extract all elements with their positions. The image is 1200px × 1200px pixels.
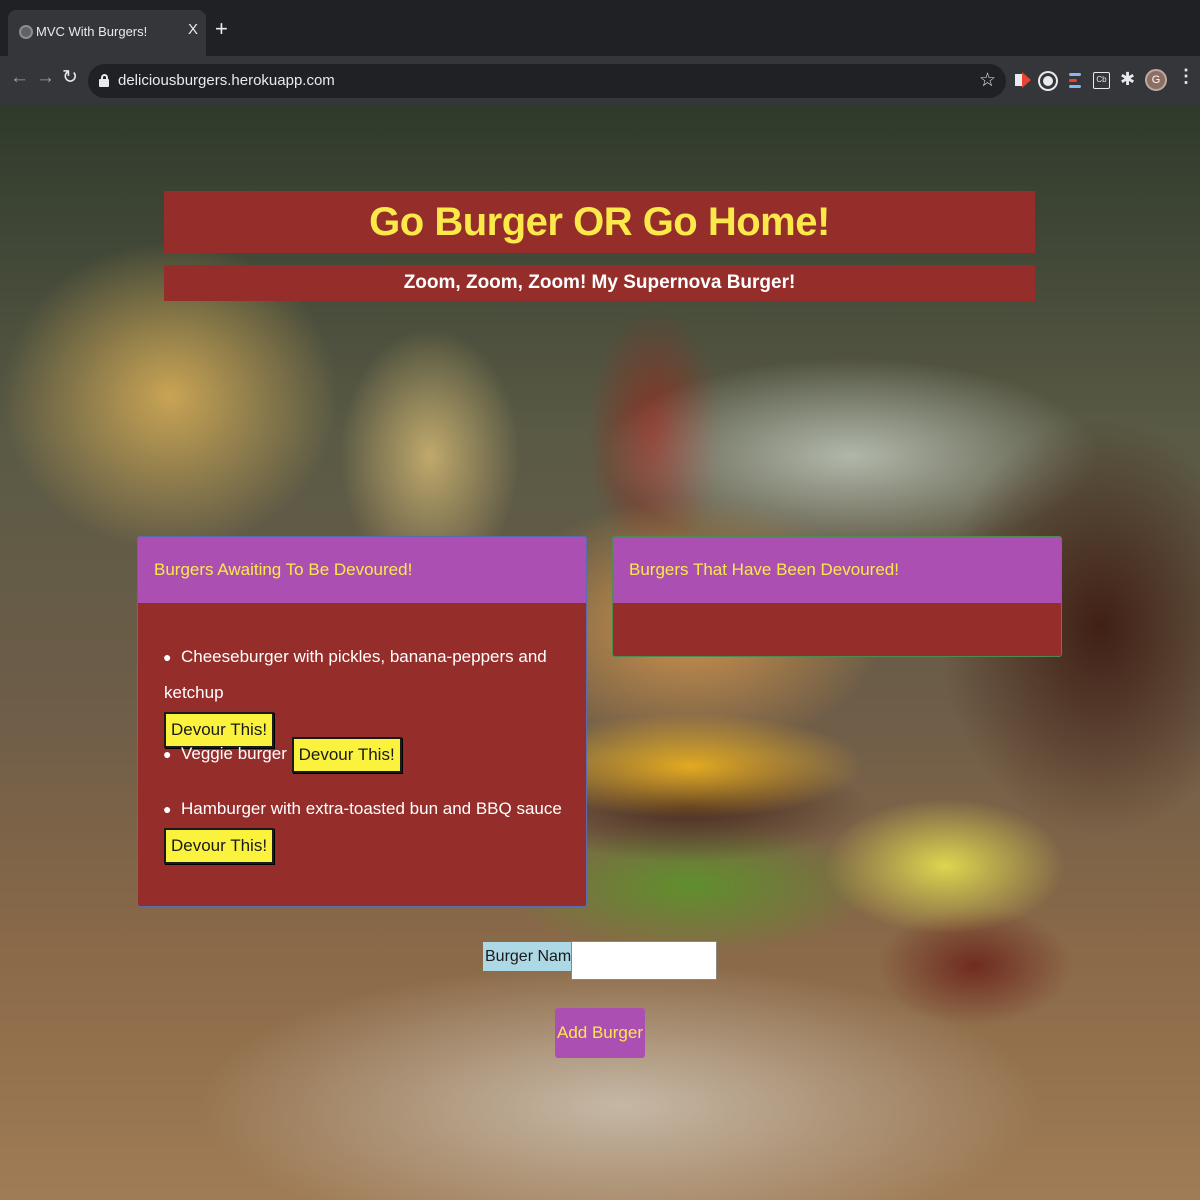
extension-circle-icon[interactable] xyxy=(1040,73,1056,89)
reload-icon[interactable]: ↻ xyxy=(62,68,78,87)
burger-name-input[interactable] xyxy=(571,941,717,980)
address-bar[interactable]: deliciousburgers.herokuapp.com ☆ xyxy=(88,64,1006,98)
burger-name: Hamburger with extra-toasted bun and BBQ… xyxy=(181,799,562,818)
list-item: ● Veggie burger Devour This! xyxy=(163,736,564,773)
bullet-icon: ● xyxy=(163,801,172,817)
add-burger-button[interactable]: Add Burger xyxy=(555,1008,645,1058)
devour-button[interactable]: Devour This! xyxy=(291,736,402,773)
globe-icon xyxy=(19,25,33,39)
extension-record-icon[interactable] xyxy=(1012,69,1031,93)
star-icon[interactable]: ☆ xyxy=(979,69,996,92)
bullet-icon: ● xyxy=(163,649,172,665)
awaiting-card-heading: Burgers Awaiting To Be Devoured! xyxy=(138,537,586,603)
url-text[interactable]: deliciousburgers.herokuapp.com xyxy=(118,72,335,89)
list-item: ● Hamburger with extra-toasted bun and B… xyxy=(163,791,564,864)
puzzle-icon[interactable]: ✱ xyxy=(1120,69,1135,93)
extension-cb-icon[interactable]: Cb xyxy=(1093,72,1110,89)
list-item: ● Cheeseburger with pickles, banana-pepp… xyxy=(163,639,564,748)
page-viewport: Go Burger OR Go Home! Zoom, Zoom, Zoom! … xyxy=(0,106,1200,1200)
menu-icon[interactable]: ⋮ xyxy=(1177,67,1195,85)
page-subtitle: Zoom, Zoom, Zoom! My Supernova Burger! xyxy=(164,265,1035,301)
lock-icon[interactable] xyxy=(99,74,109,87)
tab-close-button[interactable]: X xyxy=(188,21,198,38)
devoured-card-heading: Burgers That Have Been Devoured! xyxy=(613,537,1061,603)
devour-button[interactable]: Devour This! xyxy=(164,827,275,864)
awaiting-burgers-card: Burgers Awaiting To Be Devoured! ● Chees… xyxy=(137,536,587,907)
burger-name: Cheeseburger with pickles, banana-pepper… xyxy=(164,647,547,702)
browser-tab[interactable]: MVC With Burgers! X xyxy=(8,10,206,56)
new-tab-button[interactable]: + xyxy=(215,18,228,40)
devoured-burgers-card: Burgers That Have Been Devoured! xyxy=(612,536,1062,657)
extension-list-icon[interactable] xyxy=(1066,69,1084,93)
forward-icon[interactable]: → xyxy=(36,68,55,87)
back-icon[interactable]: ← xyxy=(10,68,29,87)
page-title: Go Burger OR Go Home! xyxy=(164,191,1035,253)
profile-avatar[interactable]: G xyxy=(1145,69,1167,91)
burger-name: Veggie burger xyxy=(181,744,287,763)
tab-title: MVC With Burgers! xyxy=(36,24,148,39)
bullet-icon: ● xyxy=(163,746,172,762)
browser-tabstrip: MVC With Burgers! X + xyxy=(0,0,1200,56)
